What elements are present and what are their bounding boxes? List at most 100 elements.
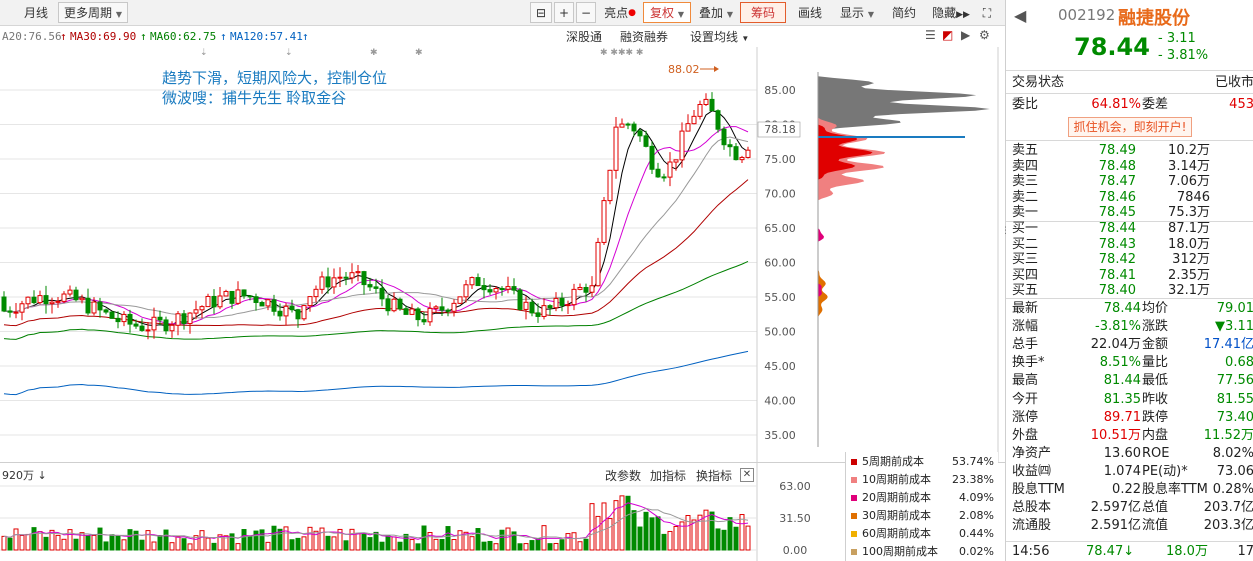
open-account-banner[interactable]: 抓住机会，即刻开户! bbox=[1068, 117, 1192, 137]
volume-tick-label: 31.50 bbox=[779, 512, 811, 525]
kline-chart[interactable]: 85.0080.0075.0070.0065.0060.0055.0050.00… bbox=[0, 47, 1005, 462]
chips-button[interactable]: 筹码 bbox=[740, 2, 786, 23]
stat-value-2: 203.3亿 bbox=[1203, 518, 1253, 534]
more-period-dropdown[interactable]: 更多周期 ▼ bbox=[58, 2, 128, 23]
chip-list-icon[interactable]: ☰ bbox=[925, 28, 936, 42]
candle-body bbox=[103, 309, 109, 313]
candle-body bbox=[313, 288, 319, 298]
candle-body bbox=[151, 316, 157, 331]
candle-body bbox=[415, 308, 421, 321]
candle-body bbox=[625, 123, 631, 126]
display-dropdown[interactable]: 显示 ▼ bbox=[834, 2, 880, 23]
star-markers-icon[interactable]: ✱ ✱✱✱ ✱ bbox=[600, 48, 680, 58]
volume-bar bbox=[85, 535, 91, 551]
stat-value-2: 79.01 bbox=[1216, 301, 1253, 316]
candle-body bbox=[547, 305, 553, 309]
stat-value-2: 0.68 bbox=[1225, 355, 1253, 371]
volume-bar bbox=[91, 534, 97, 551]
chip-play-icon[interactable]: ▶ bbox=[961, 28, 970, 42]
star-marker-icon[interactable]: ✱ bbox=[370, 48, 378, 58]
volume-bar bbox=[445, 526, 451, 551]
toolbar-left-spacer bbox=[0, 2, 14, 23]
volume-bar bbox=[127, 529, 133, 551]
candle-body bbox=[505, 286, 511, 290]
candle-body bbox=[73, 289, 79, 301]
legend-name: 20周期前成本 bbox=[862, 491, 931, 504]
event-marker-icon[interactable]: ⇣ bbox=[285, 48, 293, 58]
volume-bar bbox=[547, 543, 553, 551]
chart-annotation: 趋势下滑，短期风险大，控制仓位 微波嗖：捕牛先生 聆取金谷 bbox=[162, 69, 387, 109]
candle-body bbox=[367, 284, 373, 288]
volume-bar bbox=[265, 541, 271, 551]
stat-row: 总股本 2.597亿 总值 203.7亿 bbox=[1006, 499, 1253, 517]
month-label: 月线 bbox=[23, 6, 48, 20]
candle-body bbox=[301, 305, 307, 320]
star-marker-icon[interactable]: ✱ bbox=[415, 48, 423, 58]
stat-row: 最高 81.44 最低 77.56 bbox=[1006, 372, 1253, 390]
volume-bar bbox=[643, 511, 649, 551]
candle-body bbox=[91, 301, 97, 314]
fullscreen-icon[interactable]: ⛶ bbox=[976, 2, 998, 23]
candle-body bbox=[697, 104, 703, 117]
bright-point-button[interactable]: 亮点● bbox=[600, 2, 640, 23]
quote-panel: ◀ 002192 融捷股份 78.44 - 3.11 - 3.81% 交易状态 … bbox=[1001, 0, 1253, 561]
candle-body bbox=[295, 309, 301, 320]
volume-bar bbox=[619, 495, 625, 551]
bright-point-label: 亮点 bbox=[604, 6, 629, 20]
volume-bar bbox=[139, 539, 145, 551]
stat-label-2: 涨跌 bbox=[1142, 319, 1169, 335]
settings-icon[interactable]: ⚙ bbox=[979, 28, 990, 42]
status-value: 已收市 bbox=[1214, 75, 1253, 90]
stock-code: 002192 bbox=[1058, 6, 1116, 24]
prev-stock-icon[interactable]: ◀ bbox=[1014, 6, 1026, 25]
candle-body bbox=[679, 130, 685, 161]
restore-rights-dropdown[interactable]: 复权 ▼ bbox=[643, 2, 691, 23]
candle-body bbox=[319, 276, 325, 290]
candle-body bbox=[181, 313, 187, 325]
volume-bar bbox=[523, 543, 529, 551]
candle-body bbox=[49, 301, 55, 305]
divider bbox=[1006, 70, 1253, 71]
candle-body bbox=[643, 135, 649, 147]
volume-bar bbox=[235, 543, 241, 551]
draw-line-button[interactable]: 画线 bbox=[790, 2, 830, 23]
event-marker-icon[interactable]: ⇣ bbox=[200, 48, 208, 58]
stat-value: 81.35 bbox=[1103, 391, 1141, 407]
legend-swatch-icon bbox=[851, 513, 857, 519]
candle-body bbox=[733, 146, 739, 161]
candle-body bbox=[469, 277, 475, 286]
simple-button[interactable]: 简约 bbox=[884, 2, 924, 23]
volume-bar bbox=[595, 515, 601, 551]
candle-body bbox=[691, 115, 697, 125]
volume-bar bbox=[571, 532, 577, 551]
margin-trading-link[interactable]: 融资融券 bbox=[620, 27, 668, 47]
chip-flag-icon[interactable]: ◩ bbox=[942, 28, 953, 42]
volume-bar bbox=[721, 529, 727, 551]
volume-bar bbox=[397, 541, 403, 551]
volume-bar bbox=[499, 529, 505, 551]
month-button[interactable]: 月线 bbox=[18, 2, 54, 23]
weicha-value: 453 bbox=[1229, 97, 1253, 112]
volume-bar bbox=[487, 540, 493, 551]
volume-bar bbox=[733, 526, 739, 551]
ma120-up-icon: ↑ bbox=[220, 30, 227, 43]
set-ma-link[interactable]: 设置均线 ▼ bbox=[690, 27, 749, 49]
shenzhen-connect-link[interactable]: 深股通 bbox=[566, 27, 602, 47]
stat-value: -3.81% bbox=[1095, 319, 1141, 335]
volume-bar bbox=[187, 543, 193, 551]
volume-bar bbox=[7, 537, 13, 551]
zoom-out-icon[interactable]: − bbox=[576, 2, 596, 23]
lock-icon[interactable]: ⊟ bbox=[530, 2, 552, 23]
stat-value-2: 8.02% bbox=[1212, 445, 1253, 461]
zoom-in-icon[interactable]: + bbox=[554, 2, 574, 23]
volume-bar bbox=[403, 533, 409, 551]
stat-label-2: 流值 bbox=[1142, 518, 1169, 534]
candle-body bbox=[169, 324, 175, 332]
stat-label: 外盘 bbox=[1012, 427, 1039, 443]
hide-button[interactable]: 隐藏▶▶ bbox=[928, 2, 974, 23]
ma120-trend-icon: ↑ bbox=[302, 30, 309, 43]
chip-legend-item: 5周期前成本 53.74% bbox=[848, 453, 996, 471]
panel-splitter-icon[interactable]: ⋮ bbox=[1001, 226, 1010, 236]
overlay-dropdown[interactable]: 叠加 ▼ bbox=[694, 2, 738, 23]
volume-bar bbox=[325, 535, 331, 551]
